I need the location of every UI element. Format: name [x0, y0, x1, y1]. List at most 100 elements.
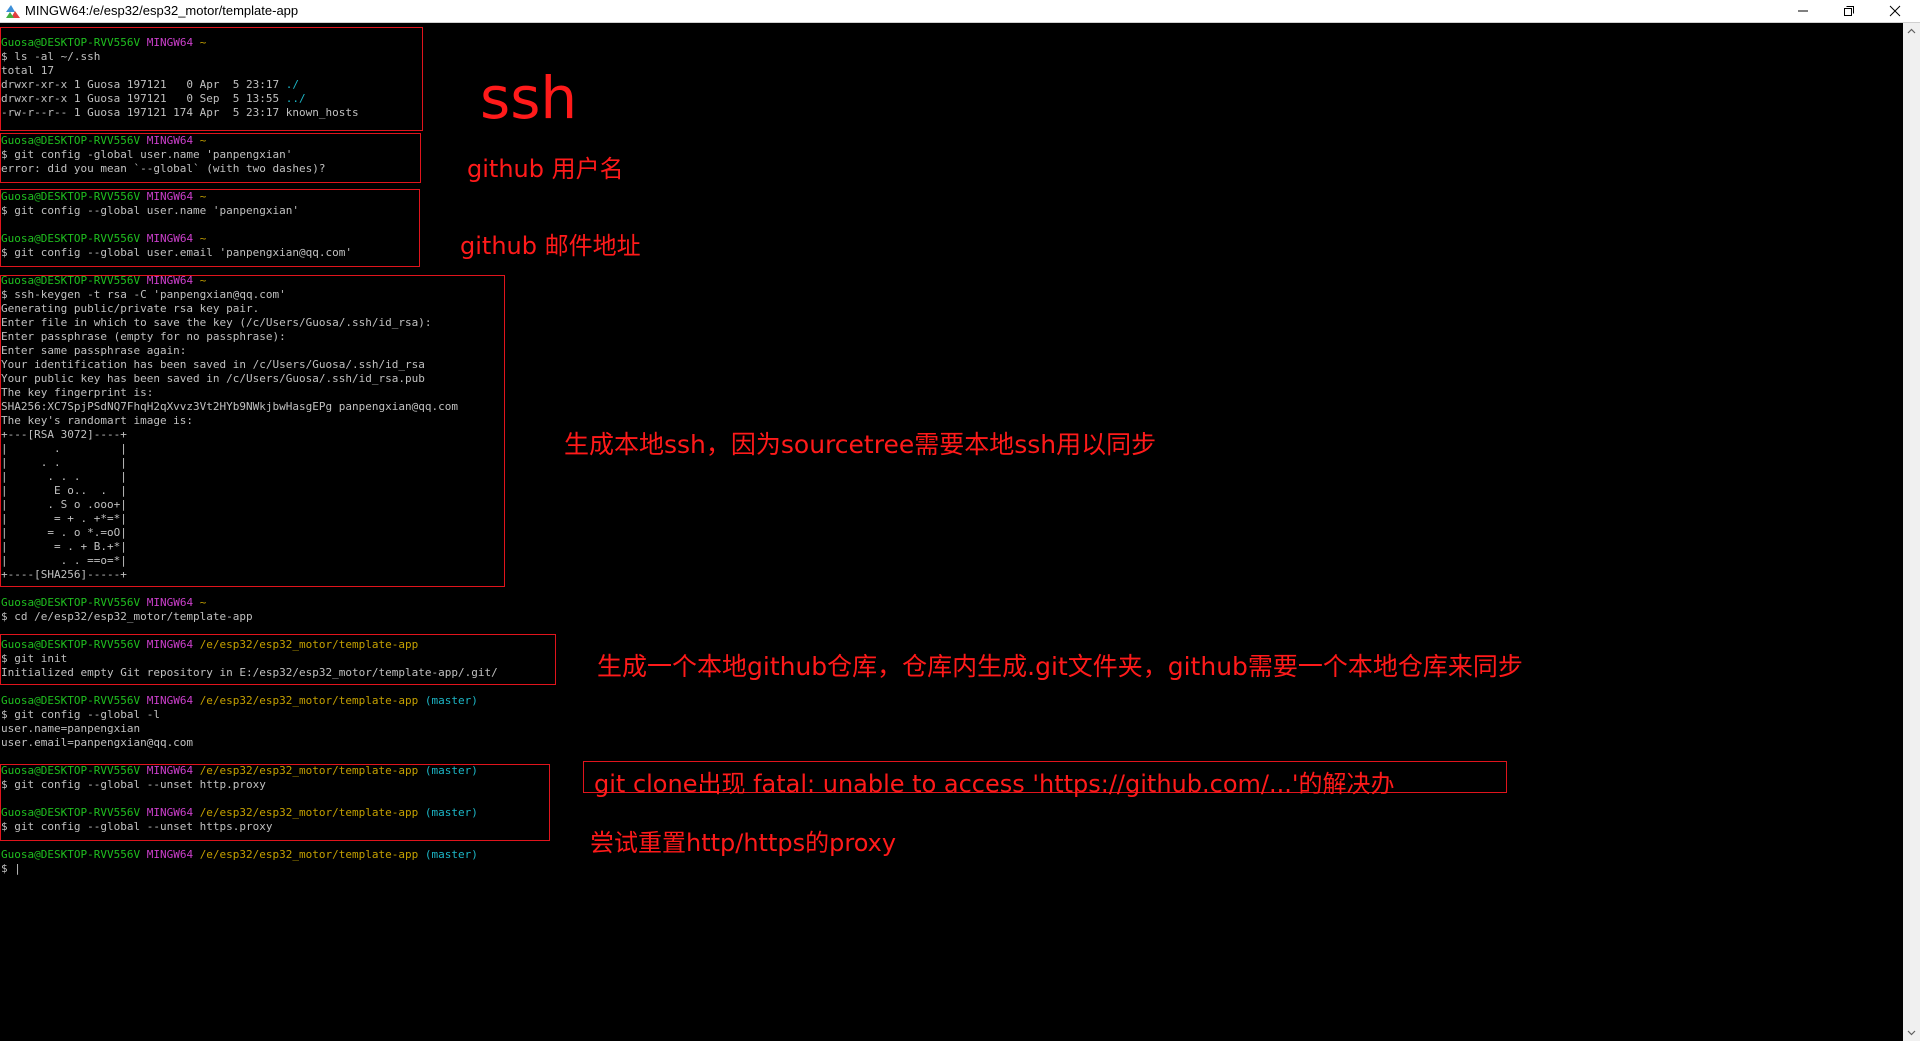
terminal-text: Your identification has been saved in /c… [1, 358, 425, 371]
terminal-line: $ git config --global user.name 'panpeng… [1, 204, 498, 218]
terminal-line: Enter passphrase (empty for no passphras… [1, 330, 498, 344]
terminal-text: MINGW64 [146, 764, 194, 777]
terminal-line: drwxr-xr-x 1 Guosa 197121 0 Apr 5 23:17 … [1, 78, 498, 92]
terminal-line: | . . | [1, 456, 498, 470]
annotation-reset-proxy: 尝试重置http/https的proxy [590, 829, 897, 857]
terminal-text: Enter passphrase (empty for no passphras… [1, 330, 286, 343]
terminal-text: | E o.. . | [1, 484, 127, 497]
terminal-text: user.email=panpengxian@qq.com [1, 736, 194, 749]
terminal-text: $ git config --global --unset https.prox… [1, 820, 273, 833]
terminal-line: error: did you mean `--global` (with two… [1, 162, 498, 176]
terminal-line: | . . . | [1, 470, 498, 484]
terminal-text: Generating public/private rsa key pair. [1, 302, 260, 315]
terminal-text: $ git config --global -l [1, 708, 160, 721]
terminal-line: $ git config --global --unset http.proxy [1, 778, 498, 792]
terminal-text: $ git init [1, 652, 68, 665]
terminal-text: Guosa@DESKTOP-RVV556V [1, 36, 141, 49]
scroll-down-arrow-icon[interactable] [1903, 1024, 1920, 1041]
annotation-git-init: 生成一个本地github仓库，仓库内生成.git文件夹，github需要一个本地… [597, 652, 1523, 681]
terminal-text: | . . . | [1, 470, 127, 483]
terminal-text: ~ [199, 232, 207, 245]
terminal-text: $ git config --global --unset http.proxy [1, 778, 266, 791]
restore-icon [1844, 6, 1854, 16]
terminal-line: Guosa@DESKTOP-RVV556V MINGW64 /e/esp32/e… [1, 764, 498, 778]
restore-button[interactable] [1826, 0, 1872, 22]
terminal-text: (master) [424, 694, 478, 707]
terminal-text: $ | [1, 862, 21, 875]
terminal-text: Guosa@DESKTOP-RVV556V [1, 596, 141, 609]
vertical-scrollbar[interactable] [1903, 23, 1920, 1041]
close-button[interactable] [1872, 0, 1918, 22]
terminal-text: +---[RSA 3072]----+ [1, 428, 127, 441]
terminal-text: (master) [424, 848, 478, 861]
terminal-text: $ git config -global user.name 'panpengx… [1, 148, 293, 161]
terminal-line: Guosa@DESKTOP-RVV556V MINGW64 /e/esp32/e… [1, 806, 498, 820]
terminal-line: Guosa@DESKTOP-RVV556V MINGW64 ~ [1, 232, 498, 246]
terminal-text: Guosa@DESKTOP-RVV556V [1, 764, 141, 777]
terminal-line: Enter file in which to save the key (/c/… [1, 316, 498, 330]
terminal-text: MINGW64 [146, 36, 194, 49]
terminal-line: Guosa@DESKTOP-RVV556V MINGW64 /e/esp32/e… [1, 848, 498, 862]
terminal-text: MINGW64 [146, 848, 194, 861]
terminal-text: MINGW64 [146, 694, 194, 707]
terminal-text: ./ [285, 78, 300, 91]
terminal-line: The key fingerprint is: [1, 386, 498, 400]
terminal-text: ~ [199, 596, 207, 609]
terminal-text: ~ [199, 134, 207, 147]
terminal-line: Your public key has been saved in /c/Use… [1, 372, 498, 386]
terminal-line: Guosa@DESKTOP-RVV556V MINGW64 ~ [1, 134, 498, 148]
terminal-text: ~ [199, 190, 207, 203]
terminal-text: | = . + B.+*| [1, 540, 127, 553]
annotation-ssh: ssh [480, 64, 578, 132]
terminal-text: ~ [199, 36, 207, 49]
terminal-text: Guosa@DESKTOP-RVV556V [1, 134, 141, 147]
terminal-line: $ | [1, 862, 498, 876]
terminal-line: | . | [1, 442, 498, 456]
terminal-text: | = . o *.=oO| [1, 526, 127, 539]
annotation-keygen: 生成本地ssh，因为sourcetree需要本地ssh用以同步 [564, 430, 1157, 459]
terminal-text: drwxr-xr-x 1 Guosa 197121 0 Sep 5 13:55 [1, 92, 286, 105]
terminal-text: $ cd /e/esp32/esp32_motor/template-app [1, 610, 253, 623]
terminal-text: $ ls -al ~/.ssh [1, 50, 101, 63]
terminal-line: $ git init [1, 652, 498, 666]
terminal-line: SHA256:XC7SpjPSdNQ7FhqH2qXvvz3Vt2HYb9NWk… [1, 400, 498, 414]
terminal-line: | = . + B.+*| [1, 540, 498, 554]
terminal-line: Guosa@DESKTOP-RVV556V MINGW64 /e/esp32/e… [1, 694, 498, 708]
terminal-line: Guosa@DESKTOP-RVV556V MINGW64 /e/esp32/e… [1, 638, 498, 652]
terminal-text: | . S o .ooo+| [1, 498, 127, 511]
terminal-text: Guosa@DESKTOP-RVV556V [1, 274, 141, 287]
terminal-text: | . . ==o=*| [1, 554, 127, 567]
terminal-text: MINGW64 [146, 596, 194, 609]
terminal-text: user.name=panpengxian [1, 722, 141, 735]
terminal-output: Guosa@DESKTOP-RVV556V MINGW64 ~ $ ls -al … [1, 36, 498, 876]
terminal-text: MINGW64 [146, 806, 194, 819]
window-titlebar[interactable]: MINGW64:/e/esp32/esp32_motor/template-ap… [0, 0, 1920, 23]
terminal-line: $ ssh-keygen -t rsa -C 'panpengxian@qq.c… [1, 288, 498, 302]
terminal-line: Guosa@DESKTOP-RVV556V MINGW64 ~ [1, 190, 498, 204]
minimize-button[interactable] [1780, 0, 1826, 22]
scroll-up-arrow-icon[interactable] [1903, 23, 1920, 40]
terminal-text: /e/esp32/esp32_motor/template-app [199, 764, 419, 777]
terminal-area[interactable]: Guosa@DESKTOP-RVV556V MINGW64 ~ $ ls -al … [0, 23, 1903, 1041]
terminal-text: $ git config --global user.email 'panpen… [1, 246, 352, 259]
terminal-text: MINGW64 [146, 190, 194, 203]
annotation-email: github 邮件地址 [460, 232, 641, 260]
